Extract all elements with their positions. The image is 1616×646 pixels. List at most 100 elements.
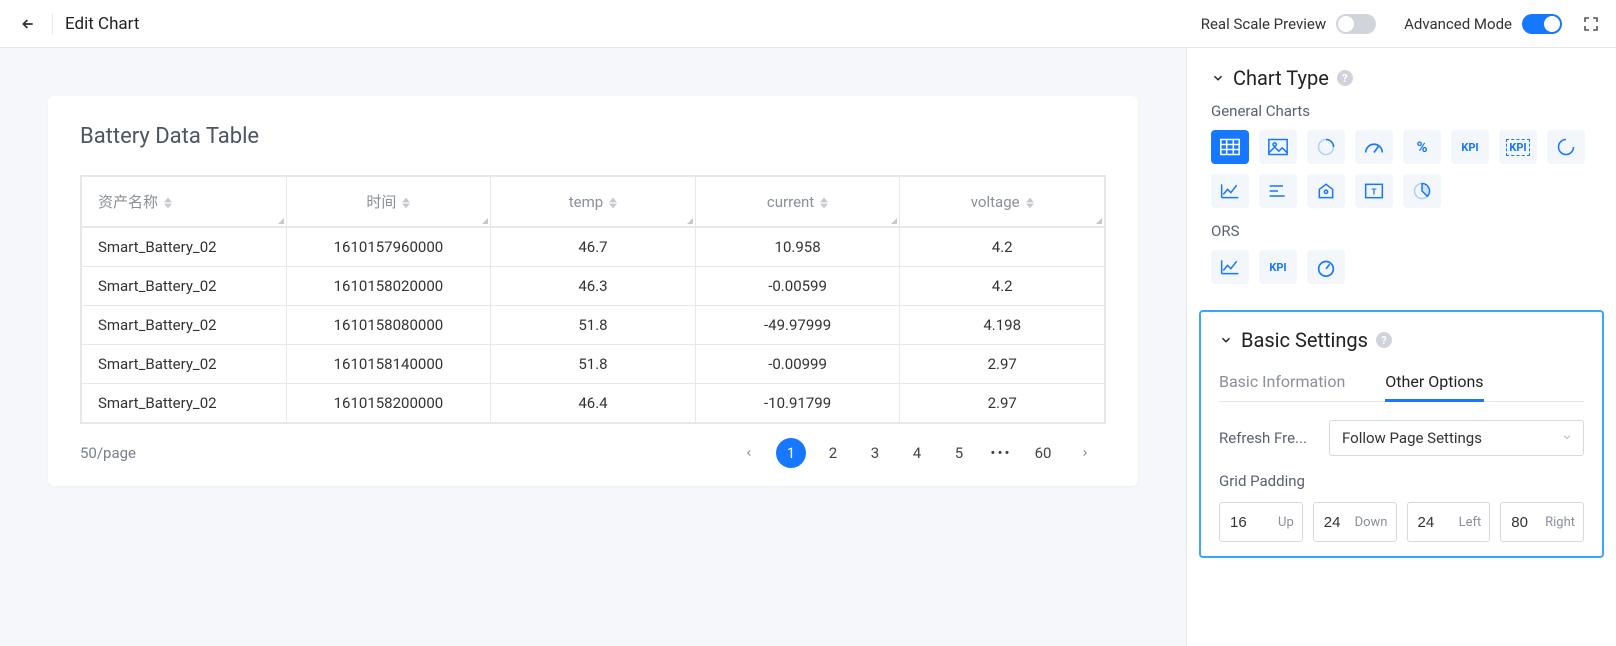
padding-up-field[interactable]: Up	[1219, 502, 1303, 542]
chart-type-table[interactable]	[1211, 130, 1249, 164]
page-1[interactable]: 1	[776, 438, 806, 468]
page-5[interactable]: 5	[944, 438, 974, 468]
padding-down-field[interactable]: Down	[1313, 502, 1397, 542]
grid-padding-label: Grid Padding	[1219, 472, 1584, 490]
padding-left-input[interactable]	[1408, 514, 1444, 531]
data-table: 资产名称时间tempcurrentvoltage Smart_Battery_0…	[80, 175, 1106, 424]
basic-settings-panel: Basic Settings ? Basic Information Other…	[1199, 310, 1604, 558]
cell-temp: 46.7	[491, 228, 696, 267]
table-row[interactable]: Smart_Battery_02161015820000046.4-10.917…	[82, 384, 1105, 423]
column-header-temp[interactable]: temp	[491, 177, 696, 227]
chevron-down-icon	[1211, 71, 1225, 85]
table-row[interactable]: Smart_Battery_02161015814000051.8-0.0099…	[82, 345, 1105, 384]
chart-type-kpi[interactable]: KPI	[1451, 130, 1489, 164]
chart-type-image[interactable]	[1259, 130, 1297, 164]
column-header-current[interactable]: current	[695, 177, 900, 227]
cell-temp: 51.8	[491, 345, 696, 384]
fullscreen-icon[interactable]	[1582, 15, 1600, 33]
cell-voltage: 2.97	[900, 345, 1105, 384]
chart-type-progress-circle[interactable]	[1307, 130, 1345, 164]
page-last[interactable]: 60	[1028, 438, 1058, 468]
pagination: 50/page 12345 ••• 60	[80, 438, 1106, 468]
padding-left-label: Left	[1444, 515, 1490, 530]
cell-temp: 46.3	[491, 267, 696, 306]
tab-other-options[interactable]: Other Options	[1385, 364, 1483, 402]
padding-up-label: Up	[1256, 515, 1302, 530]
cell-time: 1610158080000	[286, 306, 491, 345]
cell-asset: Smart_Battery_02	[82, 267, 287, 306]
cell-current: -49.97999	[695, 306, 900, 345]
padding-down-input[interactable]	[1314, 514, 1350, 531]
ors-chart-type-gauge-dashboard[interactable]	[1307, 250, 1345, 284]
advanced-mode-label: Advanced Mode	[1404, 15, 1512, 33]
column-header-voltage[interactable]: voltage	[900, 177, 1105, 227]
cell-asset: Smart_Battery_02	[82, 228, 287, 267]
cell-current: -0.00999	[695, 345, 900, 384]
card-title: Battery Data Table	[80, 124, 1106, 149]
chart-type-percent[interactable]: %	[1403, 130, 1441, 164]
cell-current: -0.00599	[695, 267, 900, 306]
chart-type-bar-horizontal[interactable]	[1259, 174, 1297, 208]
padding-up-input[interactable]	[1220, 514, 1256, 531]
basic-settings-title: Basic Settings	[1241, 328, 1368, 352]
cell-asset: Smart_Battery_02	[82, 345, 287, 384]
chart-type-text-box[interactable]: T	[1355, 174, 1393, 208]
page-prev[interactable]	[734, 438, 764, 468]
svg-text:T: T	[1371, 187, 1376, 197]
ors-chart-type-line-chart[interactable]	[1211, 250, 1249, 284]
chart-type-line-chart[interactable]	[1211, 174, 1249, 208]
table-row[interactable]: Smart_Battery_02161015802000046.3-0.0059…	[82, 267, 1105, 306]
column-header-asset[interactable]: 资产名称	[82, 177, 287, 227]
main-canvas: Battery Data Table 资产名称时间tempcurrentvolt…	[0, 48, 1186, 646]
cell-asset: Smart_Battery_02	[82, 384, 287, 423]
page-next[interactable]	[1070, 438, 1100, 468]
chart-type-loading-circle[interactable]	[1547, 130, 1585, 164]
chart-type-gauge[interactable]	[1355, 130, 1393, 164]
table-row[interactable]: Smart_Battery_02161015808000051.8-49.979…	[82, 306, 1105, 345]
chart-type-pie-arc[interactable]	[1403, 174, 1441, 208]
page-4[interactable]: 4	[902, 438, 932, 468]
cell-temp: 46.4	[491, 384, 696, 423]
general-charts-label: General Charts	[1211, 102, 1592, 120]
cell-asset: Smart_Battery_02	[82, 306, 287, 345]
help-icon[interactable]: ?	[1376, 332, 1392, 348]
page-3[interactable]: 3	[860, 438, 890, 468]
real-scale-label: Real Scale Preview	[1201, 15, 1326, 33]
cell-time: 1610157960000	[286, 228, 491, 267]
padding-right-field[interactable]: Right	[1500, 502, 1584, 542]
page-size-label[interactable]: 50/page	[80, 444, 136, 462]
cell-temp: 51.8	[491, 306, 696, 345]
padding-left-field[interactable]: Left	[1407, 502, 1491, 542]
chart-card: Battery Data Table 资产名称时间tempcurrentvolt…	[48, 96, 1138, 486]
cell-time: 1610158140000	[286, 345, 491, 384]
chart-type-header[interactable]: Chart Type ?	[1211, 66, 1592, 90]
advanced-mode-toggle[interactable]	[1522, 14, 1562, 34]
help-icon[interactable]: ?	[1337, 70, 1353, 86]
page-title: Edit Chart	[65, 14, 139, 34]
chevron-down-icon	[1219, 333, 1233, 347]
ors-chart-type-kpi[interactable]: KPI	[1259, 250, 1297, 284]
back-button[interactable]	[16, 12, 40, 36]
chart-type-kpi-alt[interactable]: KPI	[1499, 130, 1537, 164]
table-row[interactable]: Smart_Battery_02161015796000046.710.9584…	[82, 228, 1105, 267]
padding-down-label: Down	[1350, 515, 1396, 530]
cell-current: 10.958	[695, 228, 900, 267]
basic-settings-header[interactable]: Basic Settings ?	[1219, 328, 1590, 352]
column-header-time[interactable]: 时间	[286, 177, 491, 227]
header: Edit Chart Real Scale Preview Advanced M…	[0, 0, 1616, 48]
refresh-frequency-select[interactable]: Follow Page Settings	[1329, 420, 1584, 456]
chart-type-map-pin[interactable]	[1307, 174, 1345, 208]
chevron-down-icon	[1561, 429, 1573, 447]
tab-basic-information[interactable]: Basic Information	[1219, 364, 1345, 401]
cell-voltage: 4.2	[900, 267, 1105, 306]
settings-sidebar: Chart Type ? General Charts % KPI KPI T ORS…	[1186, 48, 1616, 646]
page-ellipsis[interactable]: •••	[986, 438, 1016, 468]
ors-label: ORS	[1211, 222, 1592, 240]
header-divider	[52, 14, 53, 34]
real-scale-toggle[interactable]	[1336, 14, 1376, 34]
page-2[interactable]: 2	[818, 438, 848, 468]
cell-voltage: 4.2	[900, 228, 1105, 267]
padding-right-input[interactable]	[1501, 514, 1537, 531]
cell-voltage: 4.198	[900, 306, 1105, 345]
cell-voltage: 2.97	[900, 384, 1105, 423]
